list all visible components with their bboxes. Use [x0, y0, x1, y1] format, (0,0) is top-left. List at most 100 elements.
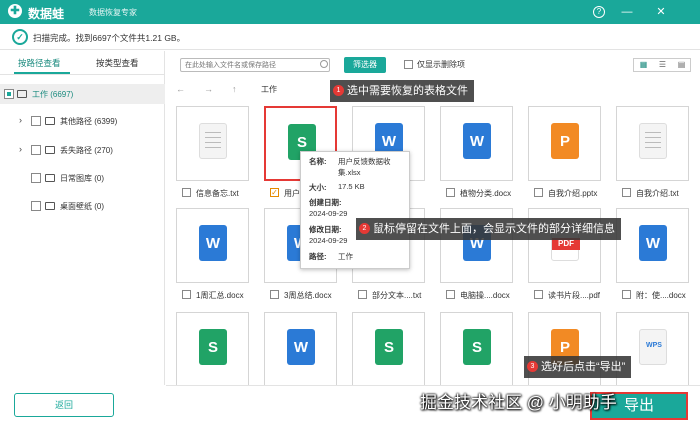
- file-card[interactable]: S: [438, 312, 528, 385]
- file-card[interactable]: W 附：使....docx: [614, 208, 700, 310]
- file-card[interactable]: S: [174, 312, 264, 385]
- annotation-text: 鼠标停留在文件上面，会显示文件的部分详细信息: [373, 223, 615, 235]
- file-thumbnail[interactable]: W: [440, 106, 513, 181]
- help-icon: ?: [593, 6, 605, 18]
- pptx-file-icon: P: [551, 123, 579, 159]
- file-checkbox[interactable]: [358, 290, 367, 299]
- file-name: 信息备忘.txt: [196, 189, 239, 198]
- file-thumbnail[interactable]: W: [616, 208, 689, 283]
- docx-file-icon: W: [639, 225, 667, 261]
- tree-checkbox[interactable]: [31, 201, 41, 211]
- file-thumbnail[interactable]: S: [352, 312, 425, 385]
- tree-item-daily-gallery[interactable]: 日常图库 (0): [0, 168, 165, 188]
- back-button[interactable]: 返回: [14, 393, 114, 417]
- only-deleted-checkbox[interactable]: [404, 60, 413, 69]
- docx-file-icon: W: [463, 123, 491, 159]
- grid-view-icon[interactable]: ▦: [634, 59, 653, 71]
- file-checkbox[interactable]: [622, 290, 631, 299]
- back-arrow-icon[interactable]: ←: [176, 84, 185, 94]
- xlsx-file-icon: S: [375, 329, 403, 365]
- file-thumbnail[interactable]: [176, 106, 249, 181]
- file-name: 自我介绍.txt: [636, 189, 679, 198]
- annotation-text: 选中需要恢复的表格文件: [347, 85, 468, 97]
- help-button[interactable]: ?: [591, 4, 607, 20]
- folder-icon: [45, 117, 55, 125]
- file-card[interactable]: 自我介绍.txt: [614, 106, 700, 208]
- forward-arrow-icon[interactable]: →: [204, 84, 213, 94]
- file-checkbox[interactable]: ✓: [270, 188, 279, 197]
- annotation-callout-1: 1 选中需要恢复的表格文件: [330, 80, 474, 102]
- file-card[interactable]: P 自我介绍.pptx: [526, 106, 616, 208]
- file-checkbox[interactable]: [182, 188, 191, 197]
- app-subtitle: 数据恢复专家: [89, 8, 137, 17]
- tree-checkbox[interactable]: [31, 116, 41, 126]
- file-card[interactable]: W 植物分类.docx: [438, 106, 528, 208]
- tree-item-work[interactable]: 工作 (6697): [0, 84, 165, 104]
- detail-view-icon[interactable]: ▤: [672, 59, 691, 71]
- annotation-callout-2: 2 鼠标停留在文件上面，会显示文件的部分详细信息: [356, 218, 621, 240]
- txt-file-icon: [199, 123, 227, 159]
- close-button[interactable]: ✕: [653, 4, 669, 20]
- folder-icon: [45, 146, 55, 154]
- expand-caret-icon[interactable]: ›: [19, 115, 22, 125]
- file-thumbnail[interactable]: W: [264, 312, 337, 385]
- file-checkbox[interactable]: [446, 290, 455, 299]
- tree-checkbox[interactable]: [31, 145, 41, 155]
- annotation-number: 2: [359, 223, 370, 234]
- file-thumbnail[interactable]: [616, 106, 689, 181]
- tab-by-path[interactable]: 按路径查看: [18, 57, 61, 69]
- breadcrumb: 工作: [261, 85, 277, 94]
- tooltip-size-value: 17.5 KB: [338, 182, 365, 191]
- file-card[interactable]: W: [262, 312, 352, 385]
- search-input[interactable]: [180, 58, 330, 72]
- annotation-number: 3: [527, 361, 538, 372]
- tooltip-modified-label: 修改日期:: [309, 225, 342, 234]
- tooltip-created-value: 2024-09-29: [309, 209, 348, 218]
- expand-caret-icon[interactable]: ›: [19, 144, 22, 154]
- tree-label: 日常图库 (0): [60, 174, 104, 183]
- file-name: 1周汇总.docx: [196, 291, 244, 300]
- file-card[interactable]: W 1周汇总.docx: [174, 208, 264, 310]
- annotation-text: 选好后点击“导出”: [541, 361, 626, 373]
- xlsx-file-icon: S: [199, 329, 227, 365]
- docx-file-icon: W: [287, 329, 315, 365]
- tree-checkbox[interactable]: [4, 89, 14, 99]
- tooltip-size-label: 大小:: [309, 183, 327, 192]
- tooltip-name-value: 用户反馈数据收集.xlsx: [338, 157, 391, 177]
- up-arrow-icon[interactable]: ↑: [232, 84, 237, 94]
- watermark: 掘金技术社区 @ 小明助手: [420, 393, 617, 412]
- file-checkbox[interactable]: [270, 290, 279, 299]
- tooltip-name-label: 名称:: [309, 157, 327, 166]
- file-checkbox[interactable]: [534, 290, 543, 299]
- file-checkbox[interactable]: [622, 188, 631, 197]
- file-grid: 信息备忘.txtS✓用户反...W.docxW植物分类.docxP自我介绍.pp…: [166, 102, 700, 385]
- active-tab-indicator: [14, 72, 70, 74]
- filter-button[interactable]: 筛选器: [344, 57, 386, 73]
- folder-icon: [45, 174, 55, 182]
- tree-item-desktop-wallpaper[interactable]: 桌面壁纸 (0): [0, 196, 165, 216]
- app-name: 数据蛙: [28, 7, 65, 21]
- file-thumbnail[interactable]: S: [176, 312, 249, 385]
- file-thumbnail[interactable]: W: [176, 208, 249, 283]
- file-thumbnail[interactable]: P: [528, 106, 601, 181]
- list-view-icon[interactable]: ☰: [653, 59, 672, 71]
- file-card[interactable]: S: [350, 312, 440, 385]
- annotation-number: 1: [333, 85, 344, 96]
- search-icon[interactable]: [320, 60, 328, 68]
- file-name: 读书片段....pdf: [548, 291, 601, 300]
- tree-item-other-paths[interactable]: › 其他路径 (6399): [0, 111, 165, 131]
- file-name: 3周总结.docx: [284, 291, 332, 300]
- file-thumbnail[interactable]: S: [440, 312, 513, 385]
- tooltip-created-label: 创建日期:: [309, 198, 342, 207]
- tab-by-type[interactable]: 按类型查看: [96, 57, 139, 69]
- file-card[interactable]: 信息备忘.txt: [174, 106, 264, 208]
- tree-checkbox[interactable]: [31, 173, 41, 183]
- file-checkbox[interactable]: [446, 188, 455, 197]
- file-checkbox[interactable]: [534, 188, 543, 197]
- minimize-button[interactable]: —: [619, 4, 635, 20]
- tree-item-lost-paths[interactable]: › 丢失路径 (270): [0, 140, 165, 160]
- logo-icon: ✚: [8, 4, 22, 18]
- file-checkbox[interactable]: [182, 290, 191, 299]
- sidebar-tabs: 按路径查看 按类型查看: [0, 51, 164, 75]
- close-icon: ✕: [656, 6, 666, 18]
